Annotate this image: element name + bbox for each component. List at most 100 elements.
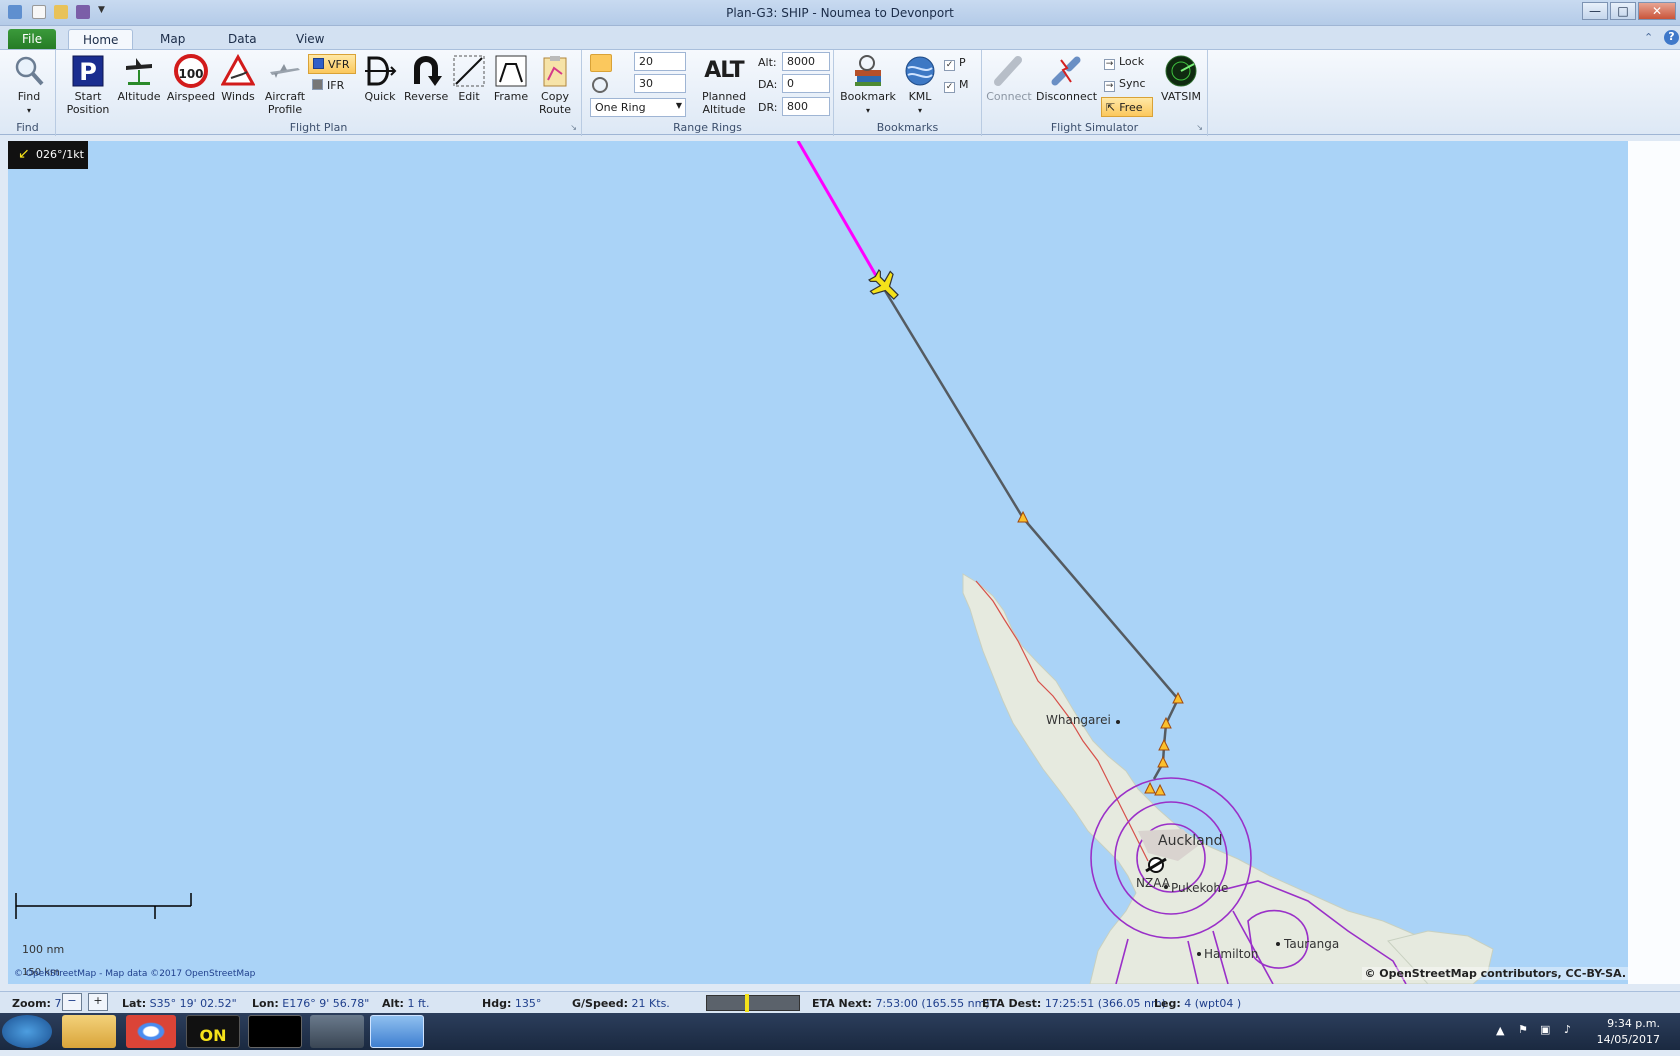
waypoint-marker[interactable] [1157,755,1169,768]
edit-button[interactable]: Edit [452,54,486,103]
route-flown-line [796,141,880,280]
disconnect-icon [1051,56,1081,86]
help-icon[interactable]: ? [1664,30,1679,45]
zoom-in-button[interactable]: + [88,993,108,1011]
waypoint-marker[interactable] [1154,783,1166,796]
label-pukekohe: Pukekohe [1171,881,1229,895]
dr-field[interactable]: 800 [782,97,830,116]
time-compression-slider[interactable] [706,994,800,1012]
start-button[interactable] [2,1015,52,1048]
waypoint-marker[interactable] [1144,781,1156,794]
zoom-label: Zoom: [12,997,51,1010]
range-ring-value-2[interactable]: 30 [634,74,686,93]
gspeed-value: 21 Kts. [631,997,670,1010]
p-checkbox[interactable]: ✓ P [944,56,966,71]
flight-sim-taskbar-icon[interactable] [310,1015,364,1048]
zoom-value: 7 [54,997,62,1010]
osm-attribution-left[interactable]: © OpenStreetMap - Map data ©2017 OpenStr… [14,969,255,979]
planned-altitude-button[interactable]: ALT Planned Altitude [700,54,748,116]
range-ring-mode-select[interactable]: One Ring ▼ [590,98,686,117]
ifr-toggle[interactable]: IFR [312,79,344,92]
u-turn-icon [414,56,442,86]
cmd-taskbar-icon[interactable] [248,1015,302,1048]
aircraft-profile-button[interactable]: Aircraft Profile [260,54,310,116]
explorer-taskbar-icon[interactable] [62,1015,116,1048]
m-label: M [959,78,969,91]
flight-simulator-launcher-icon[interactable]: ↘ [1196,123,1203,132]
m-checkbox[interactable]: ✓ M [944,78,969,93]
p-label: P [959,56,966,69]
tab-view[interactable]: View [282,29,338,50]
bookmark-button[interactable]: Bookmark ▾ [840,54,896,117]
chrome-taskbar-icon[interactable] [126,1015,176,1048]
tab-home[interactable]: Home [68,29,134,50]
maximize-button[interactable]: □ [1610,2,1636,20]
start-position-button[interactable]: P Start Position [66,54,110,116]
plan-g-taskbar-icon[interactable] [370,1015,424,1048]
map-canvas[interactable] [8,141,1628,984]
aircraft-icon [270,64,300,78]
osm-attribution-right[interactable]: © OpenStreetMap contributors, CC-BY-SA. [1362,967,1628,980]
quick-button[interactable]: Quick [362,54,398,103]
flight-plan-launcher-icon[interactable]: ↘ [570,123,577,132]
da-field[interactable]: 0 [782,74,830,93]
bookmarks-group: Bookmark ▾ KML ▾ ✓ P ✓ M Bookmarks [834,50,982,136]
connect-button[interactable]: Connect [986,54,1032,103]
tray-date[interactable]: 14/05/2017 [1594,1033,1660,1046]
find-button[interactable]: Find ▾ [8,54,50,117]
label-whangarei: Whangarei [1046,713,1111,727]
kml-button[interactable]: KML ▾ [900,54,940,117]
slider-thumb[interactable] [745,994,749,1012]
minimize-button[interactable]: — [1582,2,1608,20]
aircraft-position-icon[interactable] [864,265,906,307]
network-icon[interactable]: ▣ [1540,1023,1550,1036]
p-check-icon: ✓ [944,60,955,71]
ring-time-icon[interactable] [592,77,608,93]
waypoint-marker[interactable] [1158,738,1170,751]
leg-label: Leg: [1154,997,1181,1010]
lock-button[interactable]: → Lock [1104,55,1144,70]
close-button[interactable]: ✕ [1638,2,1676,20]
title-bar: ▼ Plan-G3: SHIP - Noumea to Devonport — … [0,0,1680,26]
altitude-button[interactable]: Altitude [116,54,162,103]
volume-icon[interactable]: ♪ [1564,1023,1571,1036]
da-label: DA: [758,78,778,91]
start-position-label: Start Position [66,90,110,116]
range-ring-value-1[interactable]: 20 [634,52,686,71]
svg-text:P: P [79,58,97,86]
flight-plan-group: P Start Position Altitude 100 Airspeed W… [56,50,582,136]
copy-route-button[interactable]: Copy Route [534,54,576,116]
tab-map[interactable]: Map [146,29,199,50]
lat-value: S35° 19' 02.52" [149,997,237,1010]
zoom-out-button[interactable]: − [62,993,82,1011]
sync-icon: → [1104,81,1115,92]
planned-altitude-label: Planned Altitude [701,90,747,116]
vatsim-button[interactable]: VATSIM [1158,54,1204,103]
sync-button[interactable]: → Sync [1104,77,1146,92]
on-app-taskbar-icon[interactable]: ON [186,1015,240,1048]
airspeed-button[interactable]: 100 Airspeed [166,54,216,103]
eta-dest-status: ETA Dest: 17:25:51 (366.05 nm) [982,997,1166,1010]
tray-expand-icon[interactable]: ▲ [1496,1024,1504,1037]
hdg-label: Hdg: [482,997,512,1010]
vfr-toggle[interactable]: VFR [308,54,356,74]
tab-file[interactable]: File [8,29,57,50]
free-button[interactable]: ⇱ Free [1101,97,1153,117]
map-view[interactable]: Whangarei Auckland NZAA Pukekohe Hamilto… [8,141,1628,984]
bookmark-label: Bookmark [840,90,896,103]
frame-button[interactable]: Frame [492,54,530,103]
alt-field[interactable]: 8000 [782,52,830,71]
label-nzaa: NZAA [1136,876,1170,890]
vfr-label: VFR [328,58,350,71]
winds-label: Winds [221,90,255,103]
reverse-button[interactable]: Reverse [404,54,448,103]
disconnect-button[interactable]: Disconnect [1036,54,1097,103]
ifr-label: IFR [327,79,345,92]
tray-time[interactable]: 9:34 p.m. [1600,1017,1660,1030]
tab-data[interactable]: Data [214,29,271,50]
action-center-icon[interactable]: ⚑ [1518,1023,1528,1036]
winds-button[interactable]: Winds [218,54,258,103]
quick-route-icon [365,56,397,86]
minimize-ribbon-icon[interactable]: ⌃ [1644,31,1653,44]
ring-distance-icon[interactable] [590,54,612,72]
